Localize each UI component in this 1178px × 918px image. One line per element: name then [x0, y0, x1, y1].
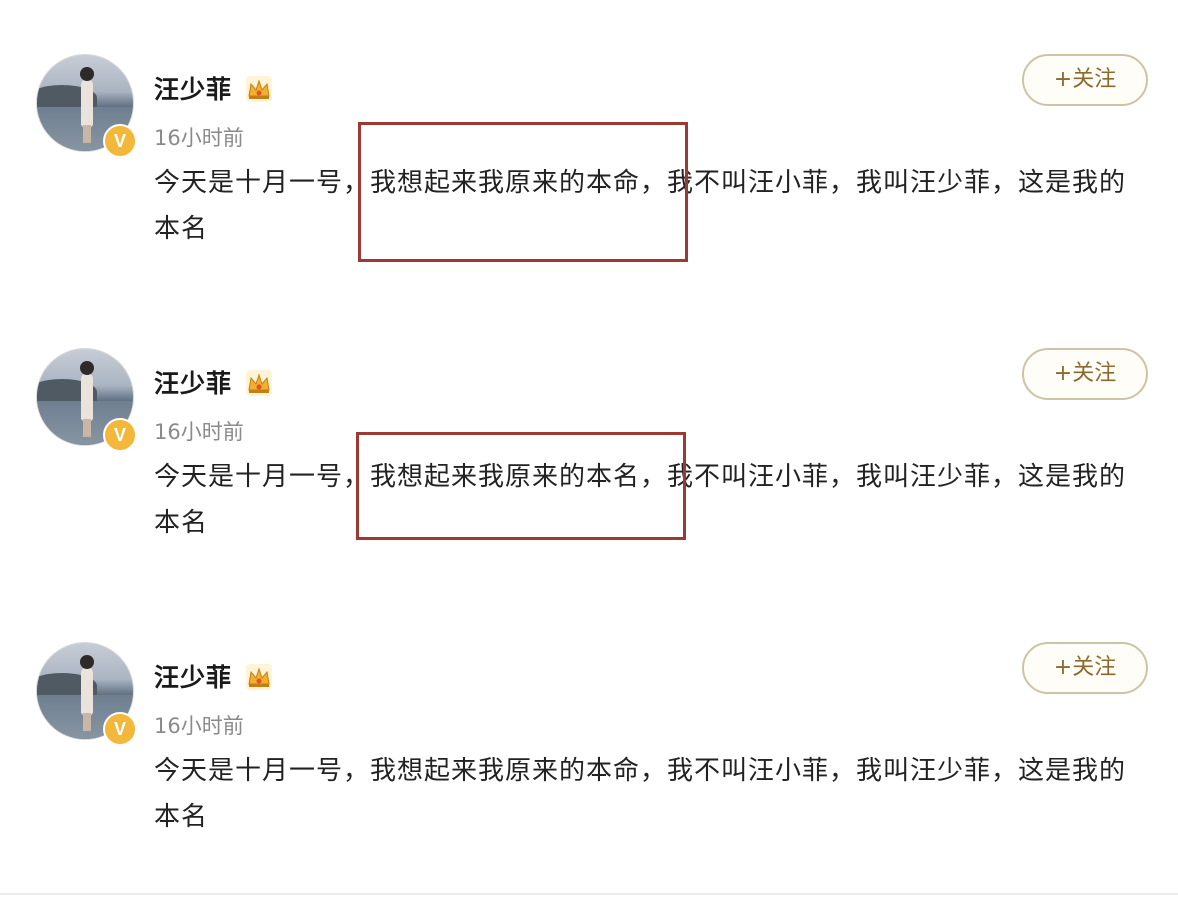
post-timestamp: 16小时前	[154, 714, 244, 738]
post-card: V 汪少菲 16小时前 今天是十月一号，我想起来我原来的本命，我不叫汪小菲，我叫…	[0, 0, 1178, 292]
avatar-person-legs	[83, 419, 91, 437]
avatar-person-legs	[83, 713, 91, 731]
verified-icon: V	[103, 712, 137, 746]
avatar-person-head	[80, 67, 94, 81]
verified-icon: V	[103, 418, 137, 452]
follow-button[interactable]: +关注	[1022, 54, 1148, 106]
post-timestamp: 16小时前	[154, 126, 244, 150]
follow-button[interactable]: +关注	[1022, 348, 1148, 400]
avatar-person-head	[80, 655, 94, 669]
crown-icon	[246, 370, 272, 396]
highlight-box	[356, 432, 686, 540]
verified-icon: V	[103, 124, 137, 158]
avatar-person	[81, 667, 93, 715]
crown-icon	[246, 76, 272, 102]
highlight-box	[358, 122, 688, 262]
avatar-person-legs	[83, 125, 91, 143]
username[interactable]: 汪少菲	[154, 70, 232, 106]
avatar-person-head	[80, 361, 94, 375]
post-timestamp: 16小时前	[154, 420, 244, 444]
username[interactable]: 汪少菲	[154, 658, 232, 694]
username[interactable]: 汪少菲	[154, 364, 232, 400]
crown-icon	[246, 664, 272, 690]
post-content: 今天是十月一号，我想起来我原来的本命，我不叫汪小菲，我叫汪少菲，这是我的本名	[154, 756, 1127, 832]
post-card: V 汪少菲 16小时前 今天是十月一号，我想起来我原来的本命，我不叫汪小菲，我叫…	[0, 588, 1178, 880]
avatar-person	[81, 373, 93, 421]
post-divider	[0, 893, 1178, 895]
post-card: V 汪少菲 16小时前 今天是十月一号，我想起来我原来的本名，我不叫汪小菲，我叫…	[0, 294, 1178, 586]
avatar-person	[81, 79, 93, 127]
follow-button[interactable]: +关注	[1022, 642, 1148, 694]
